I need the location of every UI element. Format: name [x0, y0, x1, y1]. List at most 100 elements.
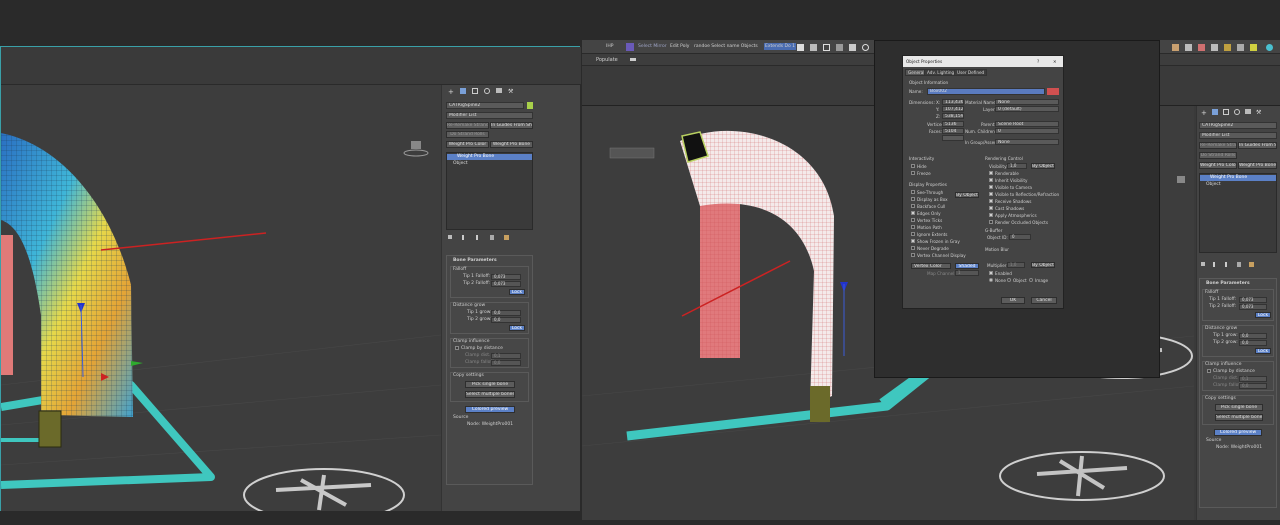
- display-checkbox-2[interactable]: [911, 204, 915, 208]
- left-falloff-lock-button[interactable]: Lock: [509, 289, 525, 295]
- left-object-name-field[interactable]: CATRigSpine2: [446, 102, 524, 109]
- layers-icon[interactable]: [1211, 44, 1218, 51]
- right-make-unique-icon[interactable]: [1225, 262, 1227, 267]
- display-by-object-button[interactable]: By Object: [955, 192, 979, 198]
- render-checkbox-7[interactable]: [989, 220, 993, 224]
- right-object-name-field[interactable]: CATRigSpine2: [1199, 122, 1277, 129]
- right-remove-modifier-icon[interactable]: [1237, 262, 1241, 267]
- left-grow-lock-button[interactable]: Lock: [509, 325, 525, 331]
- left-viewport[interactable]: [1, 85, 441, 511]
- right-stack-item-object[interactable]: Object: [1200, 182, 1276, 188]
- mb-none-radio[interactable]: [989, 278, 993, 282]
- render-checkbox-4[interactable]: [989, 199, 993, 203]
- display-checkbox-5[interactable]: [911, 225, 915, 229]
- left-remake-strands-button[interactable]: Re-Remake Strands: [446, 122, 489, 129]
- left-rollout-title[interactable]: Bone Parameters: [453, 258, 497, 263]
- display-checkbox-7[interactable]: [911, 239, 915, 243]
- display-checkbox-6[interactable]: [911, 232, 915, 236]
- right-guides-from-shape-button[interactable]: In Guides From Shape: [1238, 142, 1277, 149]
- display-checkbox-1[interactable]: [911, 197, 915, 201]
- right-show-end-result-icon[interactable]: [1213, 262, 1215, 267]
- populate-tab[interactable]: Populate: [596, 57, 618, 63]
- hide-checkbox[interactable]: [911, 164, 915, 168]
- right-pin-stack-icon[interactable]: [1201, 262, 1205, 266]
- right-weight-pro-color-button[interactable]: Weight Pro Color: [1199, 162, 1237, 169]
- mb-object-radio[interactable]: [1007, 278, 1011, 282]
- left-select-multiple-bones-button[interactable]: Select multiple bones: [465, 391, 515, 398]
- left-tip2-falloff-spinner[interactable]: 0,073: [491, 281, 521, 287]
- show-end-result-icon[interactable]: [462, 235, 464, 240]
- pin-stack-icon[interactable]: [448, 235, 452, 239]
- right-strand-rolls-button[interactable]: Do Strand Rolls: [1199, 152, 1237, 159]
- right-rollout-title[interactable]: Bone Parameters: [1206, 281, 1250, 286]
- object-id-spinner[interactable]: 0: [1009, 234, 1031, 240]
- ribbon-toggle-icon[interactable]: [630, 58, 636, 61]
- dialog-close-button[interactable]: ✕: [1053, 59, 1057, 64]
- toolbar-select-mirror[interactable]: Select Mirror: [638, 44, 667, 49]
- window-crossing-icon[interactable]: [836, 44, 843, 51]
- right-create-tab-icon[interactable]: +: [1201, 109, 1207, 117]
- right-clamp-falloff-spinner[interactable]: 0,0: [1239, 383, 1267, 389]
- remove-modifier-icon[interactable]: [490, 235, 494, 240]
- toolbar-edit-poly[interactable]: Edit Poly: [670, 44, 689, 49]
- right-weight-pro-bone-button[interactable]: Weight Pro Bone: [1238, 162, 1277, 169]
- left-clamp-dist-spinner[interactable]: 0,1: [491, 353, 521, 359]
- toolbar-extends[interactable]: Extends Do 1: [764, 43, 797, 50]
- toolbar-ihp[interactable]: IHP: [606, 44, 613, 49]
- right-modifier-list[interactable]: Modifier List: [1199, 132, 1277, 139]
- right-tip2-falloff-spinner[interactable]: 0,073: [1239, 304, 1267, 310]
- display-checkbox-8[interactable]: [911, 246, 915, 250]
- render-checkbox-1[interactable]: [989, 178, 993, 182]
- right-tip1-falloff-spinner[interactable]: 0,073: [1239, 297, 1267, 303]
- move-icon[interactable]: [849, 44, 856, 51]
- left-modifier-list[interactable]: Modifier List: [446, 112, 533, 119]
- left-object-color-swatch[interactable]: [527, 102, 533, 109]
- left-clamp-distance-checkbox[interactable]: [455, 346, 459, 350]
- create-tab-icon[interactable]: +: [448, 88, 454, 96]
- right-pick-single-bone-button[interactable]: Pick single bone: [1215, 404, 1263, 411]
- render-checkbox-5[interactable]: [989, 206, 993, 210]
- display-checkbox-4[interactable]: [911, 218, 915, 222]
- right-colored-preview-button[interactable]: Colored preview: [1214, 429, 1262, 436]
- render-checkbox-3[interactable]: [989, 192, 993, 196]
- right-utilities-tab-icon[interactable]: ⚒: [1256, 109, 1261, 116]
- enabled-checkbox[interactable]: [989, 271, 993, 275]
- curve-editor-icon[interactable]: [1224, 44, 1231, 51]
- modify-tab-icon[interactable]: [460, 88, 466, 94]
- visibility-spinner[interactable]: 1,0: [1007, 163, 1027, 169]
- left-strand-rolls-button[interactable]: Do Strand Rolls: [446, 131, 489, 138]
- left-stack-item-object[interactable]: Object: [447, 161, 532, 167]
- align-icon[interactable]: [1198, 44, 1205, 51]
- right-configure-sets-icon[interactable]: [1249, 262, 1254, 267]
- right-hierarchy-tab-icon[interactable]: [1223, 109, 1229, 115]
- render-checkbox-0[interactable]: [989, 171, 993, 175]
- left-tip1-grow-spinner[interactable]: 0,0: [491, 310, 521, 316]
- display-checkbox-3[interactable]: [911, 211, 915, 215]
- select-by-name-icon[interactable]: [810, 44, 817, 51]
- rectangular-selection-icon[interactable]: [823, 44, 830, 51]
- right-falloff-lock-button[interactable]: Lock: [1255, 312, 1271, 318]
- display-checkbox-0[interactable]: [911, 190, 915, 194]
- render-checkbox-2[interactable]: [989, 185, 993, 189]
- shaded-button[interactable]: Shaded: [955, 263, 979, 269]
- rendering-by-object-button[interactable]: By Object: [1031, 163, 1055, 169]
- snap-icon[interactable]: [1172, 44, 1179, 51]
- mb-image-radio[interactable]: [1029, 278, 1033, 282]
- multiplier-spinner[interactable]: 1,0: [1007, 262, 1025, 268]
- dialog-titlebar[interactable]: Object Properties ? ✕: [903, 56, 1063, 67]
- left-tip2-grow-spinner[interactable]: 0,0: [491, 317, 521, 323]
- rotate-icon[interactable]: [862, 44, 869, 51]
- left-weight-pro-color-button[interactable]: Weight Pro Color: [446, 141, 489, 148]
- right-clamp-distance-checkbox[interactable]: [1207, 369, 1211, 373]
- configure-sets-icon[interactable]: [504, 235, 509, 240]
- left-tip1-falloff-spinner[interactable]: 0,073: [491, 274, 521, 280]
- render-icon[interactable]: [1266, 44, 1273, 51]
- dialog-tab-adv-lighting[interactable]: Adv. Lighting: [924, 69, 958, 76]
- left-colored-preview-button[interactable]: Colored preview: [465, 406, 515, 413]
- left-weight-pro-bone-button[interactable]: Weight Pro Bone: [490, 141, 533, 148]
- display-checkbox-9[interactable]: [911, 253, 915, 257]
- left-pick-single-bone-button[interactable]: Pick single bone: [465, 381, 515, 388]
- make-unique-icon[interactable]: [476, 235, 478, 240]
- toolbar-select-name[interactable]: randoe Select name Objects: [694, 44, 758, 49]
- mirror-icon[interactable]: [1185, 44, 1192, 51]
